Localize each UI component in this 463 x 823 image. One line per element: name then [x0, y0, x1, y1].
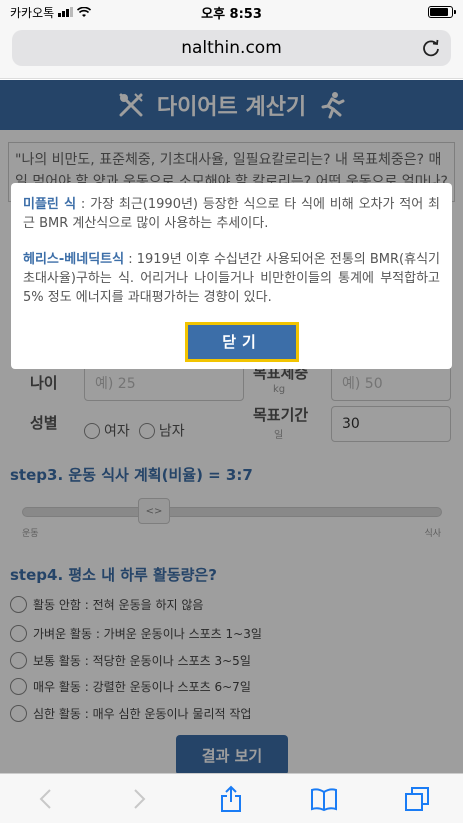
status-time: 오후 8:53: [201, 6, 262, 22]
carrier-name: 카카오톡: [10, 5, 55, 20]
status-right: [303, 6, 456, 18]
bookmarks-icon[interactable]: [310, 785, 338, 813]
tabs-icon[interactable]: [403, 785, 431, 813]
mifflin-paragraph: 미플린 식 : 가장 최근(1990년) 등장한 식으로 타 식에 비해 오차가…: [23, 195, 440, 233]
share-icon[interactable]: [217, 785, 245, 813]
browser-toolbar: [0, 773, 463, 823]
browser-address-area: nalthin.com: [0, 24, 463, 79]
reload-icon[interactable]: [421, 38, 441, 58]
mifflin-text: : 가장 최근(1990년) 등장한 식으로 타 식에 비해 오차가 적어 최근…: [23, 197, 440, 231]
status-bar: 카카오톡 오후 8:53: [0, 0, 463, 24]
back-icon[interactable]: [32, 785, 60, 813]
harris-paragraph: 헤리스-베네딕트식 : 1919년 이후 수십년간 사용되어온 전통의 BMR(…: [23, 250, 440, 307]
close-button[interactable]: 닫기: [185, 322, 299, 362]
url-text: nalthin.com: [181, 38, 282, 58]
address-bar[interactable]: nalthin.com: [12, 30, 451, 66]
mifflin-term: 미플린 식: [23, 197, 77, 212]
status-left: 카카오톡: [10, 4, 160, 21]
wifi-icon: [77, 6, 92, 17]
battery-icon: [428, 6, 456, 18]
info-modal: 미플린 식 : 가장 최근(1990년) 등장한 식으로 타 식에 비해 오차가…: [11, 183, 452, 369]
signal-icon: [58, 7, 74, 17]
harris-term: 헤리스-베네딕트식: [23, 252, 125, 267]
forward-icon[interactable]: [125, 785, 153, 813]
